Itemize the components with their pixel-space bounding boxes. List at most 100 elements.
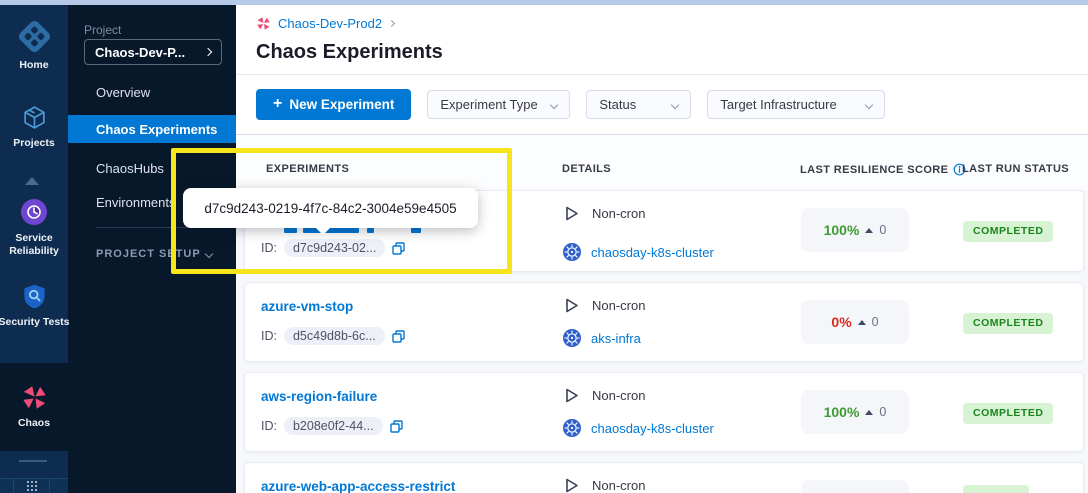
score-delta: 0 bbox=[879, 223, 886, 237]
infrastructure-link[interactable]: chaosday-k8s-cluster bbox=[591, 421, 714, 436]
project-selector-value: Chaos-Dev-P... bbox=[95, 45, 185, 60]
experiment-id-row: ID: b208e0f2-44... bbox=[261, 417, 403, 435]
chevron-right-icon bbox=[388, 20, 395, 27]
experiment-name-link[interactable]: azure-vm-stop bbox=[261, 299, 353, 314]
project-section-label: Project bbox=[84, 23, 121, 37]
chevron-down-icon bbox=[550, 100, 558, 108]
schedule-label: Non-cron bbox=[592, 298, 645, 313]
project-setup-label: PROJECT SETUP bbox=[96, 248, 201, 260]
clipped-experiment-name-fragment bbox=[284, 228, 297, 233]
resilience-score-chip: 0% 0 bbox=[801, 300, 909, 344]
service-reliability-icon bbox=[20, 198, 48, 226]
sidebar-item-label: Home bbox=[19, 59, 48, 72]
sidebar-item-chaoshubs[interactable]: ChaosHubs bbox=[68, 155, 236, 181]
sidebar-item-label: Security Tests bbox=[0, 316, 70, 329]
app-window: Home Projects bbox=[0, 0, 1088, 493]
sidebar-item-label: Chaos bbox=[18, 417, 50, 430]
chevron-down-icon bbox=[865, 100, 873, 108]
tooltip-text: d7c9d243-0219-4f7c-84c2-3004e59e4505 bbox=[204, 201, 456, 216]
main-content: Chaos-Dev-Prod2 Chaos Experiments + New … bbox=[236, 5, 1088, 493]
sidebar-item-overview[interactable]: Overview bbox=[68, 79, 236, 105]
schedule-cell: Non-cron bbox=[563, 205, 645, 222]
experiment-id-row: ID: d5c49d8b-6c... bbox=[261, 327, 405, 345]
table-header-row: EXPERIMENTS DETAILS LAST RESILIENCE SCOR… bbox=[236, 136, 1088, 190]
copy-icon[interactable] bbox=[392, 330, 405, 343]
project-selector[interactable]: Chaos-Dev-P... bbox=[84, 39, 222, 65]
sidebar-item-home[interactable]: Home bbox=[0, 19, 68, 72]
browser-top-strip bbox=[0, 0, 1088, 5]
experiment-name-link[interactable]: azure-web-app-access-restrict bbox=[261, 479, 455, 493]
sidebar-item-label: Overview bbox=[96, 85, 150, 100]
schedule-label: Non-cron bbox=[592, 388, 645, 403]
copy-icon[interactable] bbox=[390, 420, 403, 433]
new-experiment-label: New Experiment bbox=[289, 97, 394, 112]
kubernetes-icon bbox=[563, 243, 581, 261]
sidebar-item-projects[interactable]: Projects bbox=[0, 104, 68, 150]
table-row[interactable]: aws-region-failure ID: b208e0f2-44... No… bbox=[244, 372, 1084, 452]
experiment-name-link[interactable]: aws-region-failure bbox=[261, 389, 377, 404]
infrastructure-link[interactable]: chaosday-k8s-cluster bbox=[591, 245, 714, 260]
kubernetes-icon bbox=[563, 419, 581, 437]
experiment-id-chip[interactable]: d5c49d8b-6c... bbox=[284, 327, 385, 345]
play-icon bbox=[563, 205, 580, 222]
id-label: ID: bbox=[261, 419, 277, 433]
home-icon bbox=[17, 19, 51, 53]
schedule-cell: Non-cron bbox=[563, 477, 645, 493]
project-setup-toggle[interactable]: PROJECT SETUP bbox=[96, 248, 212, 260]
resilience-score-chip bbox=[801, 480, 909, 493]
filter-status[interactable]: Status bbox=[586, 90, 691, 119]
chaos-breadcrumb-icon bbox=[256, 16, 271, 31]
copy-icon[interactable] bbox=[392, 242, 405, 255]
experiment-id-chip[interactable]: b208e0f2-44... bbox=[284, 417, 383, 435]
sidebar-item-chaos-selected[interactable]: Chaos bbox=[0, 363, 68, 451]
column-header-label: LAST RESILIENCE SCORE bbox=[800, 164, 948, 176]
filter-experiment-type[interactable]: Experiment Type bbox=[427, 90, 570, 119]
table-row[interactable]: azure-web-app-access-restrict Non-cron bbox=[244, 462, 1084, 493]
resilience-score-chip: 100% 0 bbox=[801, 208, 909, 252]
sidebar-item-security-tests[interactable]: Security Tests bbox=[0, 283, 68, 329]
chevron-down-icon bbox=[205, 250, 213, 258]
schedule-label: Non-cron bbox=[592, 206, 645, 221]
status-badge bbox=[963, 485, 1029, 493]
experiment-id-tooltip: d7c9d243-0219-4f7c-84c2-3004e59e4505 bbox=[183, 188, 478, 228]
filter-label: Status bbox=[599, 97, 636, 112]
scroll-up-arrow-icon[interactable] bbox=[25, 177, 39, 185]
sidebar-item-service-reliability[interactable]: Service Reliability bbox=[0, 198, 68, 258]
id-label: ID: bbox=[261, 241, 277, 255]
chevron-right-icon bbox=[204, 48, 212, 56]
plus-icon: + bbox=[273, 95, 282, 113]
rail-collapse-handle[interactable] bbox=[19, 460, 47, 462]
sidebar-item-label: Service Reliability bbox=[3, 232, 65, 258]
rail-bottom-left-cell[interactable] bbox=[0, 479, 14, 493]
id-label: ID: bbox=[261, 329, 277, 343]
delta-up-icon bbox=[865, 228, 873, 233]
column-header-experiments: EXPERIMENTS bbox=[266, 163, 349, 175]
experiment-id-chip[interactable]: d7c9d243-02... bbox=[284, 239, 385, 257]
delta-up-icon bbox=[858, 320, 866, 325]
infrastructure-cell: chaosday-k8s-cluster bbox=[563, 419, 714, 437]
projects-cube-icon bbox=[21, 104, 48, 131]
play-icon bbox=[563, 387, 580, 404]
clipped-experiment-name-fragment bbox=[367, 228, 374, 233]
column-header-last-run-status: LAST RUN STATUS bbox=[962, 163, 1069, 175]
clipped-experiment-name-fragment bbox=[303, 228, 359, 233]
filter-label: Experiment Type bbox=[440, 97, 537, 112]
chevron-down-icon bbox=[671, 100, 679, 108]
apps-grid-button[interactable] bbox=[14, 479, 49, 493]
new-experiment-button[interactable]: + New Experiment bbox=[256, 89, 411, 120]
filter-label: Target Infrastructure bbox=[720, 97, 836, 112]
delta-up-icon bbox=[865, 410, 873, 415]
project-sidebar: Project Chaos-Dev-P... Overview Chaos Ex… bbox=[68, 5, 236, 493]
sidebar-item-chaos-experiments[interactable]: Chaos Experiments bbox=[68, 115, 236, 143]
rail-bottom-right-cell[interactable] bbox=[49, 479, 68, 493]
table-row[interactable]: azure-vm-stop ID: d5c49d8b-6c... Non-cro… bbox=[244, 282, 1084, 362]
filter-target-infrastructure[interactable]: Target Infrastructure bbox=[707, 90, 885, 119]
schedule-label: Non-cron bbox=[592, 478, 645, 493]
schedule-cell: Non-cron bbox=[563, 387, 645, 404]
chaos-icon bbox=[21, 384, 48, 411]
infrastructure-link[interactable]: aks-infra bbox=[591, 331, 641, 346]
breadcrumb-project-link[interactable]: Chaos-Dev-Prod2 bbox=[278, 16, 382, 31]
score-delta: 0 bbox=[872, 315, 879, 329]
sidebar-item-label: Projects bbox=[13, 137, 54, 150]
kubernetes-icon bbox=[563, 329, 581, 347]
